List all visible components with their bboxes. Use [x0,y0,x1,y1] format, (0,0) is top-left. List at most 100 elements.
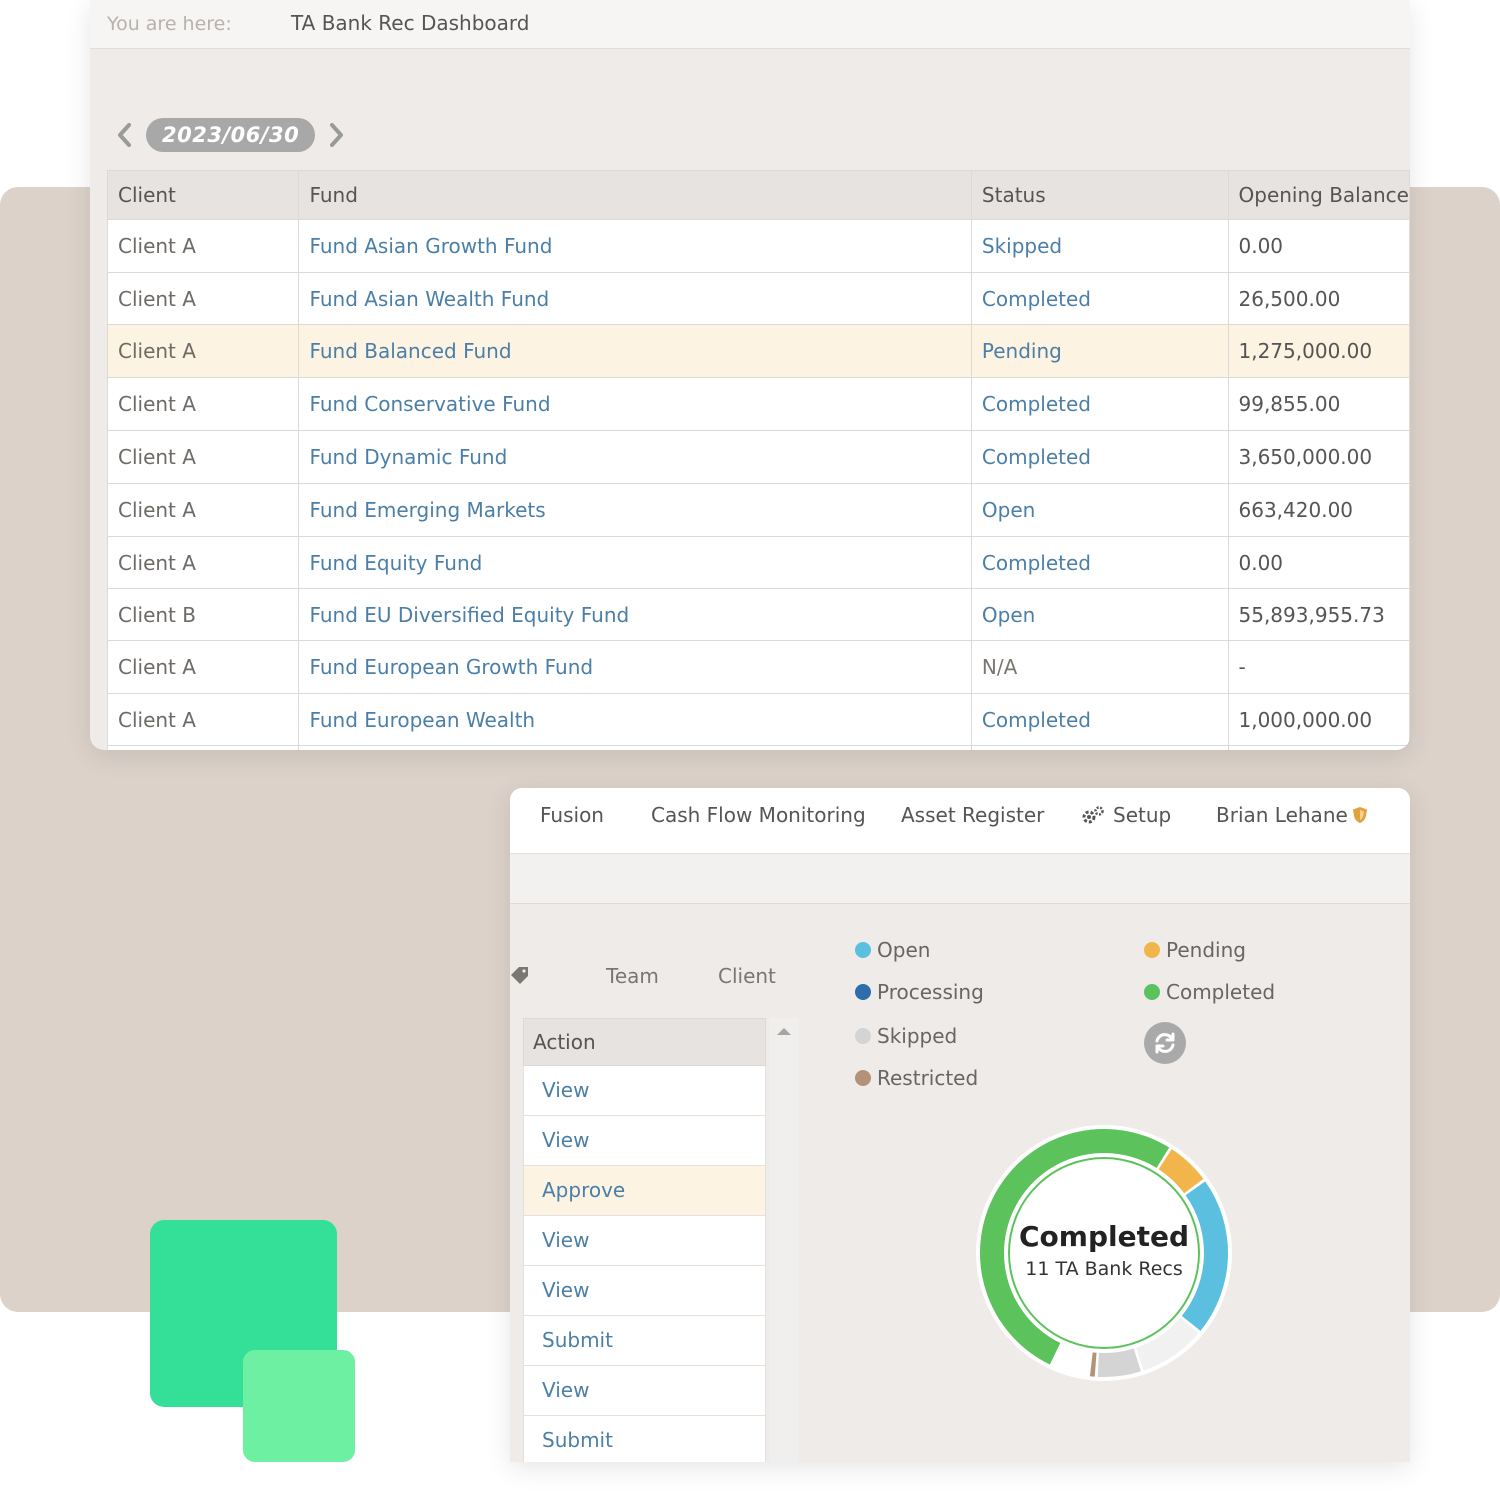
cell-empty [1227,745,1410,750]
cell-fund-link[interactable]: Fund Conservative Fund [298,377,972,431]
legend-dot [855,984,871,1000]
cell-opening-balance: 55,893,955.73 [1227,588,1410,641]
cell-fund-link[interactable]: Fund Dynamic Fund [298,430,972,484]
cell-client: Client A [106,324,300,378]
action-link-view[interactable]: View [523,1066,766,1116]
column-header-client[interactable]: Client [718,964,776,988]
cell-status-link[interactable]: Open [970,588,1229,641]
cell-status-link[interactable]: Completed [970,536,1229,589]
action-link-submit[interactable]: Submit [523,1316,766,1366]
table-row[interactable]: Client A Fund Equity Fund Completed 0.00 [106,536,1410,589]
cell-status-link[interactable]: Pending [970,324,1229,378]
legend-label: Restricted [877,1066,979,1090]
table-row[interactable]: Client A Fund Dynamic Fund Completed 3,6… [106,430,1410,484]
cell-opening-balance: 3,650,000.00 [1227,430,1410,484]
user-name: Brian Lehane [1216,803,1348,827]
legend-item-completed: Completed [1144,980,1275,1004]
table-row[interactable]: Client A Fund Asian Wealth Fund Complete… [106,272,1410,325]
top-navigation: Fusion Cash Flow Monitoring Asset Regist… [510,788,1410,854]
status-donut-chart [976,1125,1232,1381]
chevron-left-icon[interactable] [112,117,136,153]
action-header: Action [523,1018,766,1066]
donut-center-title: Completed [1018,1220,1189,1253]
nav-user-menu[interactable]: Brian Lehane [1216,803,1368,827]
action-link-approve[interactable]: Approve [523,1166,766,1216]
cell-fund-link[interactable]: Fund Asian Wealth Fund [298,272,972,325]
cell-status-link[interactable]: Completed [970,377,1229,431]
breadcrumb-current[interactable]: TA Bank Rec Dashboard [291,11,529,35]
cell-empty [106,745,300,750]
column-header-fund[interactable]: Fund [298,170,972,220]
legend-label: Skipped [877,1024,958,1048]
nav-setup[interactable]: Setup [1081,803,1171,827]
action-link-view[interactable]: View [523,1116,766,1166]
date-navigator: 2023/06/30 [112,117,349,153]
cell-opening-balance: 663,420.00 [1227,483,1410,537]
cell-fund-link[interactable]: Fund Equity Fund [298,536,972,589]
cell-fund-link[interactable]: Fund Emerging Markets [298,483,972,537]
cell-client: Client A [106,693,300,746]
cell-status-link[interactable]: Completed [970,430,1229,484]
nav-asset-register[interactable]: Asset Register [901,803,1044,827]
breadcrumb-prefix: You are here: [107,13,232,35]
nav-fusion[interactable]: Fusion [540,803,604,827]
breadcrumb: You are here: TA Bank Rec Dashboard [90,0,1410,49]
table-row[interactable] [106,745,1410,750]
status-overview-panel: Fusion Cash Flow Monitoring Asset Regist… [510,788,1410,1462]
refresh-button[interactable] [1144,1022,1186,1064]
cell-opening-balance: 99,855.00 [1227,377,1410,431]
column-header-opening-balance[interactable]: Opening Balance [1227,170,1410,220]
cell-client: Client A [106,377,300,431]
cell-empty [970,745,1229,750]
action-list: Action View View Approve View View Submi… [523,1018,766,1462]
cell-fund-link[interactable]: Fund Balanced Fund [298,324,972,378]
column-header-client[interactable]: Client [106,170,300,220]
table-row[interactable]: Client B Fund EU Diversified Equity Fund… [106,588,1410,641]
legend-item-restricted: Restricted [855,1066,978,1090]
cell-status-link[interactable]: Completed [970,693,1229,746]
cell-opening-balance: - [1227,640,1410,694]
column-header-team[interactable]: Team [606,964,659,988]
filter-bar [510,854,1410,904]
table-row[interactable]: Client A Fund European Growth Fund N/A - [106,640,1410,694]
table-row[interactable]: Client A Fund Conservative Fund Complete… [106,377,1410,431]
scroll-up-arrow-icon[interactable] [777,1028,791,1035]
cell-status: N/A [970,640,1229,694]
cell-fund-link[interactable]: Fund European Wealth [298,693,972,746]
action-link-view[interactable]: View [523,1266,766,1316]
cell-empty [298,745,972,750]
action-link-view[interactable]: View [523,1366,766,1416]
table-row[interactable]: Client A Fund Emerging Markets Open 663,… [106,483,1410,537]
cell-fund-link[interactable]: Fund Asian Growth Fund [298,219,972,273]
date-picker[interactable]: 2023/06/30 [146,118,316,152]
table-header-row: Client Fund Status Opening Balance [106,170,1410,220]
table-row[interactable]: Client A Fund Balanced Fund Pending 1,27… [106,324,1410,378]
action-link-view[interactable]: View [523,1216,766,1266]
scrollbar[interactable] [769,1018,799,1462]
cell-client: Client B [106,588,300,641]
legend-dot [855,1028,871,1044]
cell-client: Client A [106,536,300,589]
cell-client: Client A [106,483,300,537]
action-link-submit[interactable]: Submit [523,1416,766,1462]
legend-item-open: Open [855,938,930,962]
column-header-status[interactable]: Status [970,170,1229,220]
cell-fund-link[interactable]: Fund European Growth Fund [298,640,972,694]
cell-client: Client A [106,219,300,273]
shield-icon [1352,807,1367,823]
legend-item-processing: Processing [855,980,984,1004]
cell-status-link[interactable]: Skipped [970,219,1229,273]
refresh-icon [1155,1032,1175,1054]
table-row[interactable]: Client A Fund European Wealth Completed … [106,693,1410,746]
nav-cash-flow-monitoring[interactable]: Cash Flow Monitoring [651,803,866,827]
legend-dot [855,1070,871,1086]
legend-item-skipped: Skipped [855,1024,957,1048]
nav-setup-label: Setup [1113,803,1172,827]
chevron-right-icon[interactable] [325,117,349,153]
cell-fund-link[interactable]: Fund EU Diversified Equity Fund [298,588,972,641]
legend-label: Processing [877,980,984,1004]
cell-status-link[interactable]: Completed [970,272,1229,325]
legend-dot [1144,942,1160,958]
table-row[interactable]: Client A Fund Asian Growth Fund Skipped … [106,219,1410,273]
cell-status-link[interactable]: Open [970,483,1229,537]
